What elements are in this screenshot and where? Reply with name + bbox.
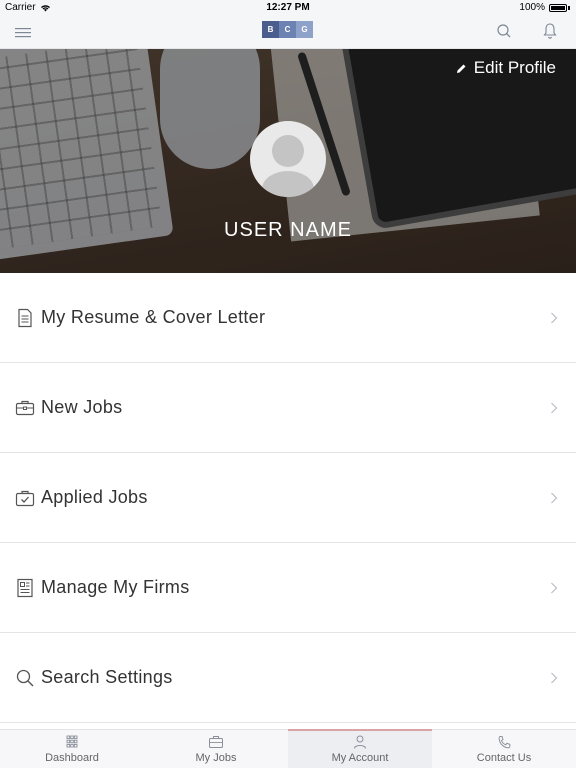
account-menu-list: My Resume & Cover Letter New Jobs Applie… xyxy=(0,273,576,723)
tab-dashboard[interactable]: Dashboard xyxy=(0,730,144,768)
briefcase-icon xyxy=(15,400,35,415)
battery-icon xyxy=(549,3,567,12)
search-icon xyxy=(16,669,34,686)
user-placeholder-icon xyxy=(262,135,314,197)
person-icon xyxy=(354,735,366,749)
search-icon[interactable] xyxy=(496,22,512,40)
menu-item-new-jobs[interactable]: New Jobs xyxy=(0,363,576,453)
menu-item-search-settings[interactable]: Search Settings xyxy=(0,633,576,723)
briefcase-check-icon xyxy=(15,490,35,506)
menu-item-applied-jobs[interactable]: Applied Jobs xyxy=(0,453,576,543)
menu-item-label: Manage My Firms xyxy=(41,577,190,597)
menu-item-label: Search Settings xyxy=(41,667,173,687)
clock: 12:27 PM xyxy=(266,2,310,13)
edit-profile-button[interactable]: Edit Profile xyxy=(456,58,556,78)
phone-icon xyxy=(498,736,511,749)
chevron-right-icon xyxy=(551,492,558,503)
pencil-icon xyxy=(456,64,466,73)
tab-contact-us[interactable]: Contact Us xyxy=(432,730,576,768)
grid-icon xyxy=(66,735,78,748)
hamburger-icon[interactable] xyxy=(15,25,33,39)
tab-label: Contact Us xyxy=(476,752,532,764)
chevron-right-icon xyxy=(551,312,558,323)
tab-my-jobs[interactable]: My Jobs xyxy=(144,730,288,768)
top-nav-bar: B C G xyxy=(0,16,576,49)
user-name: USER NAME xyxy=(224,219,352,241)
menu-item-label: My Resume & Cover Letter xyxy=(41,307,266,327)
menu-item-manage-firms[interactable]: Manage My Firms xyxy=(0,543,576,633)
tab-label: My Account xyxy=(331,752,389,764)
menu-item-label: New Jobs xyxy=(41,397,123,417)
tab-label: My Jobs xyxy=(195,752,237,764)
profile-header: Edit Profile USER NAME xyxy=(0,49,576,273)
tab-my-account[interactable]: My Account xyxy=(288,729,432,768)
edit-profile-label: Edit Profile xyxy=(473,58,556,77)
battery-percent: 100% xyxy=(519,2,545,13)
bell-icon[interactable] xyxy=(542,22,558,40)
chevron-right-icon xyxy=(551,672,558,683)
briefcase-icon xyxy=(209,736,223,748)
battery-indicator: 100% xyxy=(519,2,570,13)
menu-item-label: Applied Jobs xyxy=(41,487,148,507)
bottom-tab-bar: Dashboard My Jobs My Account Contact Us xyxy=(0,729,576,768)
chevron-right-icon xyxy=(551,402,558,413)
logo-letter-b: B xyxy=(262,21,279,38)
menu-item-resume[interactable]: My Resume & Cover Letter xyxy=(0,273,576,363)
bcg-logo: B C G xyxy=(262,21,313,38)
status-bar: Carrier 12:27 PM 100% xyxy=(0,0,576,16)
logo-letter-c: C xyxy=(279,21,296,38)
document-icon xyxy=(18,308,32,327)
chevron-right-icon xyxy=(551,582,558,593)
logo-letter-g: G xyxy=(296,21,313,38)
firms-icon xyxy=(17,578,33,597)
avatar[interactable] xyxy=(250,121,326,197)
tab-label: Dashboard xyxy=(45,752,99,764)
